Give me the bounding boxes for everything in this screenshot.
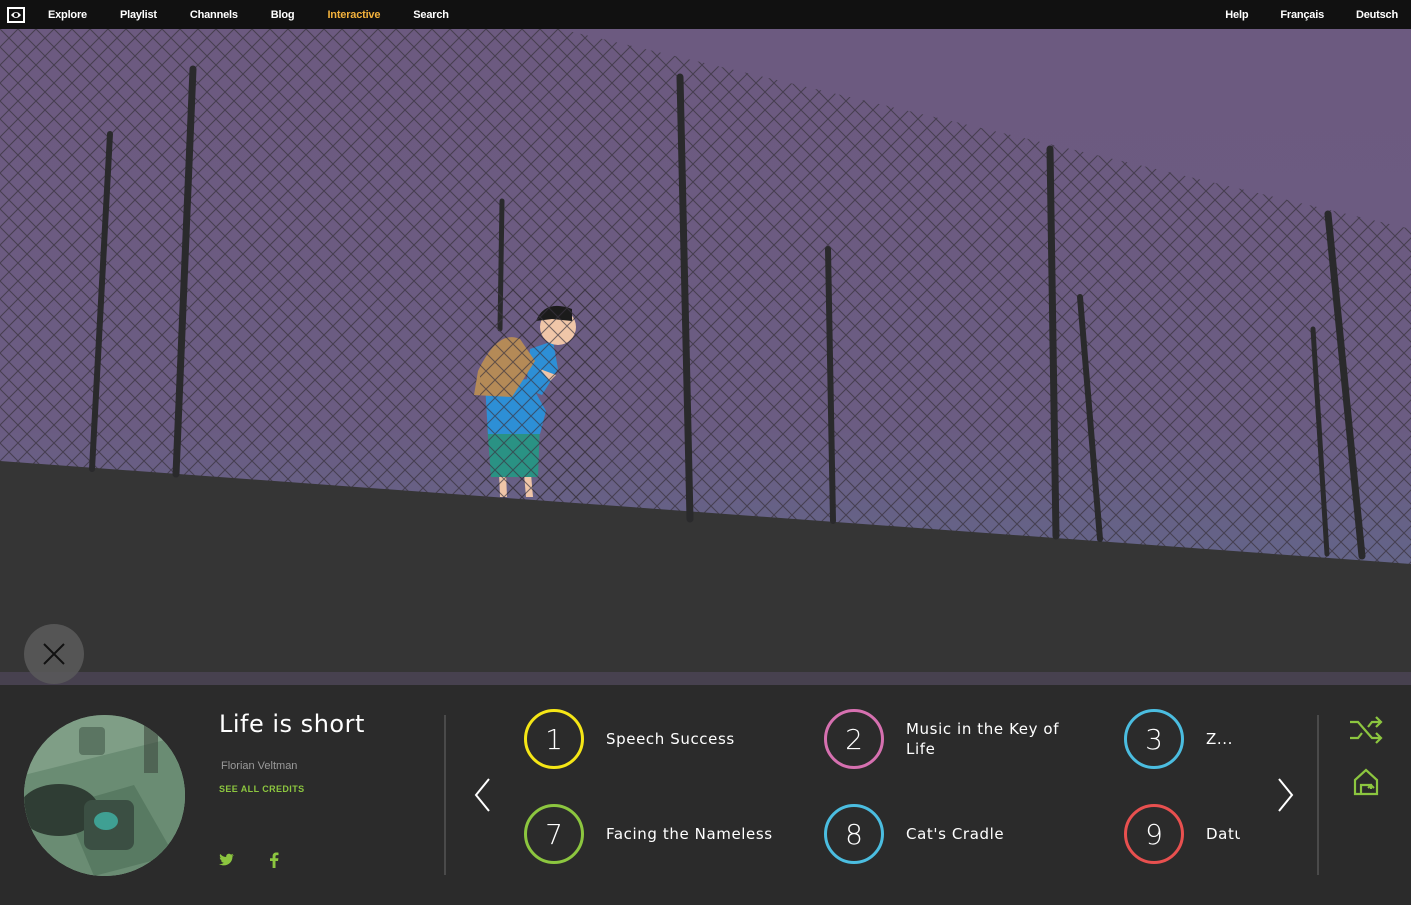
chapter-item[interactable]: 8 Cat's Cradle <box>824 804 1076 864</box>
chapter-number: 7 <box>524 804 584 864</box>
nav-channels[interactable]: Channels <box>190 9 238 21</box>
bottom-panel: Life is short Florian Veltman SEE ALL CR… <box>0 685 1411 905</box>
see-all-credits-link[interactable]: SEE ALL CREDITS <box>219 784 305 794</box>
nav-deutsch[interactable]: Deutsch <box>1356 9 1398 21</box>
chapter-item[interactable]: 2 Music in the Key of Life <box>824 709 1076 769</box>
chevron-right-icon <box>1278 778 1294 812</box>
chapter-label: Facing the Nameless <box>606 825 773 843</box>
chapter-label: Datu <box>1206 825 1240 843</box>
next-chapters-button[interactable] <box>1274 775 1298 815</box>
twitter-icon <box>219 853 234 866</box>
film-title: Life is short <box>219 710 365 738</box>
chapter-number: 9 <box>1124 804 1184 864</box>
chapter-item[interactable]: 1 Speech Success <box>524 709 776 769</box>
chapter-label: Cat's Cradle <box>906 825 1005 843</box>
divider-left <box>444 715 446 875</box>
chapter-number: 8 <box>824 804 884 864</box>
side-actions <box>1346 710 1386 814</box>
twitter-button[interactable] <box>218 851 236 869</box>
nav-search[interactable]: Search <box>413 9 449 21</box>
film-author: Florian Veltman <box>221 760 298 772</box>
scene-illustration <box>0 29 1411 685</box>
close-button[interactable] <box>24 624 84 684</box>
chapter-item[interactable]: 9 Datu <box>1124 804 1240 864</box>
shuffle-button[interactable] <box>1346 710 1386 750</box>
prev-chapters-button[interactable] <box>470 775 494 815</box>
chapter-label: Speech Success <box>606 730 735 748</box>
chapter-number: 3 <box>1124 709 1184 769</box>
nav-interactive[interactable]: Interactive <box>327 9 380 21</box>
home-icon <box>1353 768 1379 796</box>
chapter-label: Z... <box>1206 730 1233 748</box>
nav-left: Explore Playlist Channels Blog Interacti… <box>48 9 482 21</box>
nav-right: Help Français Deutsch <box>1193 9 1411 21</box>
nav-help[interactable]: Help <box>1225 9 1248 21</box>
chapter-item[interactable]: 3 Z... <box>1124 709 1240 769</box>
nav-explore[interactable]: Explore <box>48 9 87 21</box>
chevron-left-icon <box>474 778 490 812</box>
top-nav: Explore Playlist Channels Blog Interacti… <box>0 0 1411 29</box>
close-icon <box>43 643 65 665</box>
facebook-icon <box>270 852 279 868</box>
film-thumbnail[interactable] <box>24 715 185 876</box>
home-button[interactable] <box>1346 762 1386 802</box>
chapter-number: 2 <box>824 709 884 769</box>
nav-playlist[interactable]: Playlist <box>120 9 157 21</box>
chapter-item[interactable]: 7 Facing the Nameless <box>524 804 776 864</box>
nav-blog[interactable]: Blog <box>271 9 295 21</box>
divider-right <box>1317 715 1319 875</box>
chapter-number: 1 <box>524 709 584 769</box>
chapter-label: Music in the Key of Life <box>906 720 1060 758</box>
chapter-list: 1 Speech Success 2 Music in the Key of L… <box>524 709 1240 869</box>
nav-francais[interactable]: Français <box>1280 9 1324 21</box>
shuffle-icon <box>1350 716 1383 744</box>
site-logo-icon[interactable] <box>2 0 30 29</box>
facebook-button[interactable] <box>265 851 283 869</box>
